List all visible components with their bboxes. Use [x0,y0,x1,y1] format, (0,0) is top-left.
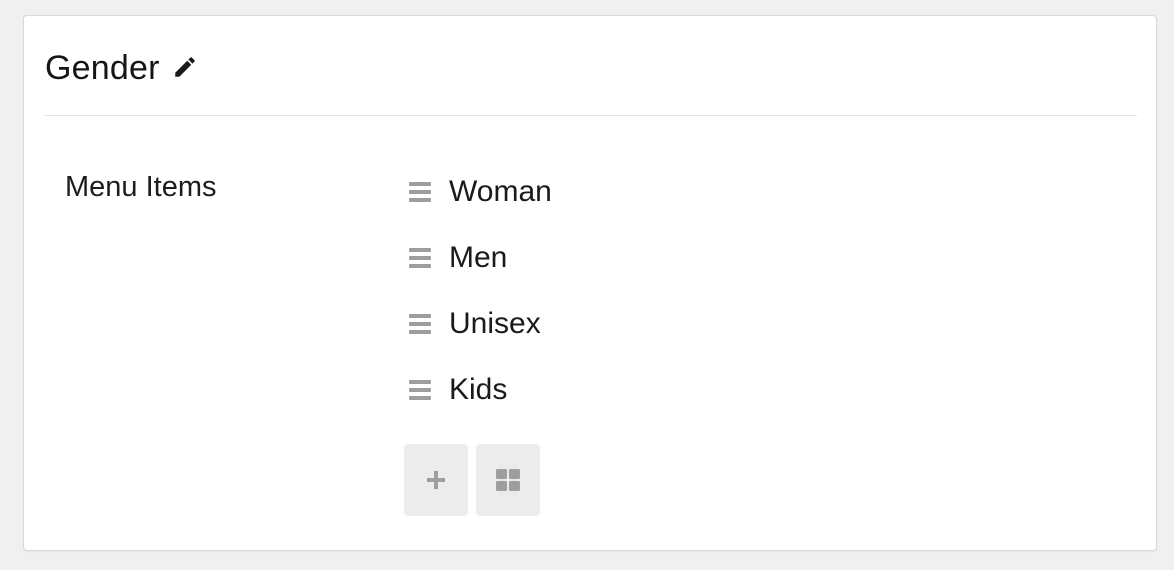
menu-item-label: Men [449,241,508,274]
plus-icon [427,471,445,489]
menu-item-label: Unisex [449,307,541,340]
add-item-button[interactable] [404,444,468,516]
menu-item-label: Woman [449,175,552,208]
menu-items-label: Menu Items [65,171,217,203]
list-item[interactable]: Woman [409,172,1009,238]
menu-item-label: Kids [449,373,508,406]
list-item[interactable]: Kids [409,370,1009,436]
menu-items-list: Woman Men Unisex Kids [409,172,1009,436]
menu-actions [404,444,540,516]
drag-handle-icon[interactable] [409,248,431,268]
list-item[interactable]: Unisex [409,304,1009,370]
drag-handle-icon[interactable] [409,182,431,202]
drag-handle-icon[interactable] [409,314,431,334]
menu-settings-card: Gender Menu Items Woman Men Unisex Kids [23,15,1157,551]
pencil-icon[interactable] [172,54,198,80]
drag-handle-icon[interactable] [409,380,431,400]
add-block-button[interactable] [476,444,540,516]
list-item[interactable]: Men [409,238,1009,304]
page-title: Gender [45,48,160,87]
grid-icon [496,469,520,491]
card-header: Gender [45,16,1137,116]
